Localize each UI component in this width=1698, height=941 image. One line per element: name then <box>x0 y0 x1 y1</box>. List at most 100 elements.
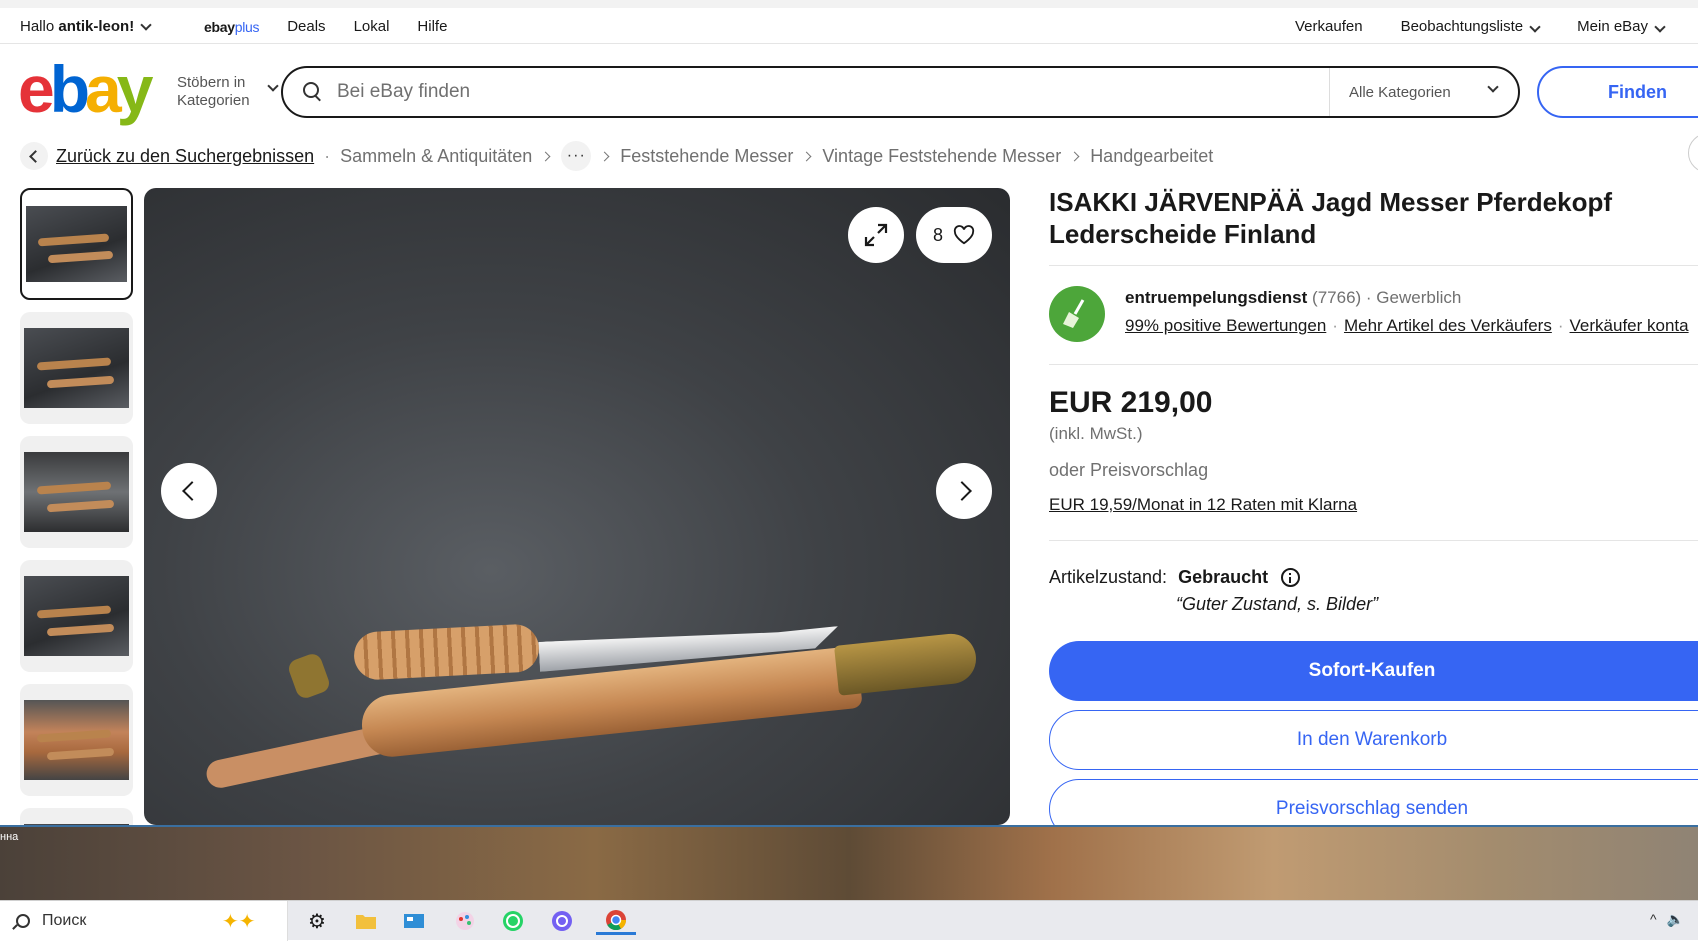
search-input[interactable] <box>337 81 1287 103</box>
breadcrumb-separator: · <box>324 145 331 166</box>
seller-info: entruempelungsdienst (7766) · Gewerblich <box>1125 288 1461 308</box>
divider <box>1049 364 1698 365</box>
nav-deals[interactable]: Deals <box>287 18 325 35</box>
info-icon[interactable] <box>1281 568 1301 587</box>
browse-categories-button[interactable]: Stöbern in Kategorien <box>177 74 279 110</box>
chevron-down-icon <box>1529 21 1541 33</box>
breadcrumb-more-button[interactable]: ··· <box>561 141 592 171</box>
next-image-button[interactable] <box>936 463 992 519</box>
breadcrumb: Zurück zu den Suchergebnissen · Sammeln … <box>20 140 1213 172</box>
listing-title: ISAKKI JÄRVENPÄÄ Jagd Messer Pferdekopf … <box>1049 187 1613 249</box>
watch-button[interactable]: 8 <box>916 207 992 263</box>
thumbnail-image <box>26 206 127 282</box>
breadcrumb-item[interactable]: Vintage Feststehende Messer <box>822 146 1061 167</box>
search-icon <box>16 914 30 928</box>
chevron-down-icon <box>267 80 279 92</box>
header: ebay Stöbern in Kategorien Alle Kategori… <box>0 44 1698 140</box>
knife-image-horsehead <box>286 651 332 701</box>
thumbnail[interactable] <box>20 312 133 424</box>
watch-count: 8 <box>932 224 943 245</box>
username: antik-leon! <box>58 18 135 35</box>
expand-icon[interactable] <box>848 207 904 263</box>
control-panel-icon[interactable] <box>399 907 429 935</box>
seller-score: (7766) <box>1312 288 1362 307</box>
klarna-link[interactable]: EUR 19,59/Monat in 12 Raten mit Klarna <box>1049 495 1357 515</box>
back-to-results-link[interactable]: Zurück zu den Suchergebnissen <box>56 146 314 167</box>
ebay-plus-link[interactable]: ebayplus <box>204 19 260 35</box>
knife-image-handle <box>352 623 541 681</box>
category-select[interactable]: Alle Kategorien <box>1329 68 1519 116</box>
volume-icon[interactable]: 🔈 <box>1667 911 1684 928</box>
thumbnail-image <box>24 700 129 780</box>
seller-type: · Gewerblich <box>1365 288 1462 307</box>
desktop-wallpaper: нна <box>0 825 1698 900</box>
divider <box>1049 265 1698 266</box>
main-product-image[interactable]: 8 <box>144 188 1010 825</box>
back-chevron-icon[interactable] <box>20 142 48 170</box>
thumbnail-image <box>24 452 129 532</box>
nav-hilfe[interactable]: Hilfe <box>417 18 447 35</box>
seller-name[interactable]: entruempelungsdienst <box>1125 288 1307 307</box>
taskbar-search-placeholder: Поиск <box>42 912 87 929</box>
seller-avatar[interactable] <box>1049 286 1105 342</box>
whatsapp-icon[interactable] <box>498 907 528 935</box>
file-explorer-icon[interactable] <box>351 907 381 935</box>
thumbnail[interactable] <box>20 560 133 672</box>
heart-icon <box>953 225 975 245</box>
vat-note: (inkl. MwSt.) <box>1049 424 1143 443</box>
system-tray: ^ 🔈 <box>1650 911 1684 928</box>
find-button[interactable]: Finden <box>1537 66 1698 118</box>
settings-icon[interactable]: ⚙ <box>302 907 332 935</box>
top-bar: Hallo antik-leon! ebayplus Deals Lokal H… <box>0 0 1698 44</box>
previous-image-button[interactable] <box>161 463 217 519</box>
feedback-link[interactable]: 99% positive Bewertungen <box>1125 316 1326 335</box>
top-nav-right: Verkaufen Beobachtungsliste Mein eBay <box>1295 18 1666 35</box>
thumbnail-image <box>24 576 129 656</box>
breadcrumb-item[interactable]: Feststehende Messer <box>620 146 793 167</box>
condition-value: Gebraucht <box>1178 567 1269 587</box>
taskbar: Поиск ✦✦ ⚙ ^ 🔈 <box>0 900 1698 941</box>
thumbnail-strip <box>20 188 133 825</box>
breadcrumb-item[interactable]: Handgearbeitet <box>1090 146 1213 167</box>
chevron-right-icon <box>599 151 610 161</box>
sell-link[interactable]: Verkaufen <box>1295 18 1363 35</box>
condition: Artikelzustand: Gebraucht <box>1049 567 1301 588</box>
condition-label: Artikelzustand: <box>1049 567 1168 587</box>
chrome-icon[interactable] <box>596 907 636 935</box>
greeting-text: Hallo <box>20 18 55 35</box>
more-items-link[interactable]: Mehr Artikel des Verkäufers <box>1344 316 1552 335</box>
viber-icon[interactable] <box>547 907 577 935</box>
thumbnail[interactable] <box>20 436 133 548</box>
sparkle-icon: ✦✦ <box>222 911 256 933</box>
chevron-right-icon <box>1069 151 1080 161</box>
contact-seller-link[interactable]: Verkäufer konta <box>1570 316 1689 335</box>
nav-lokal[interactable]: Lokal <box>354 18 390 35</box>
thumbnail[interactable] <box>20 808 133 825</box>
or-offer-text: oder Preisvorschlag <box>1049 460 1209 480</box>
chevron-down-icon <box>1654 21 1666 33</box>
top-nav: ebayplus Deals Lokal Hilfe <box>204 18 447 35</box>
seller-links: 99% positive Bewertungen · Mehr Artikel de… <box>1125 316 1689 335</box>
search-bar: Alle Kategorien <box>281 66 1520 118</box>
thumbnail[interactable] <box>20 684 133 796</box>
buy-now-button[interactable]: Sofort-Kaufen <box>1049 641 1698 701</box>
taskbar-search[interactable]: Поиск ✦✦ <box>0 901 288 941</box>
chevron-up-icon[interactable]: ^ <box>1650 911 1657 928</box>
greeting[interactable]: Hallo antik-leon! <box>20 18 152 35</box>
chevron-right-icon <box>540 151 551 161</box>
thumbnail[interactable] <box>20 188 133 300</box>
knife-image-sheath-tip <box>834 631 979 696</box>
breadcrumb-item[interactable]: Sammeln & Antiquitäten <box>340 146 532 167</box>
my-ebay-link[interactable]: Mein eBay <box>1577 18 1666 35</box>
broom-icon <box>1063 299 1085 328</box>
paint-icon[interactable] <box>450 907 480 935</box>
chevron-down-icon <box>1487 81 1499 93</box>
ebay-logo[interactable]: ebay <box>18 56 153 122</box>
desktop-label: нна <box>0 831 19 843</box>
add-to-cart-button[interactable]: In den Warenkorb <box>1049 710 1698 770</box>
watchlist-link[interactable]: Beobachtungsliste <box>1401 18 1541 35</box>
condition-note: “Guter Zustand, s. Bilder” <box>1176 594 1379 614</box>
price: EUR 219,00 <box>1049 386 1213 419</box>
divider <box>1049 540 1698 541</box>
chevron-down-icon <box>140 18 152 31</box>
